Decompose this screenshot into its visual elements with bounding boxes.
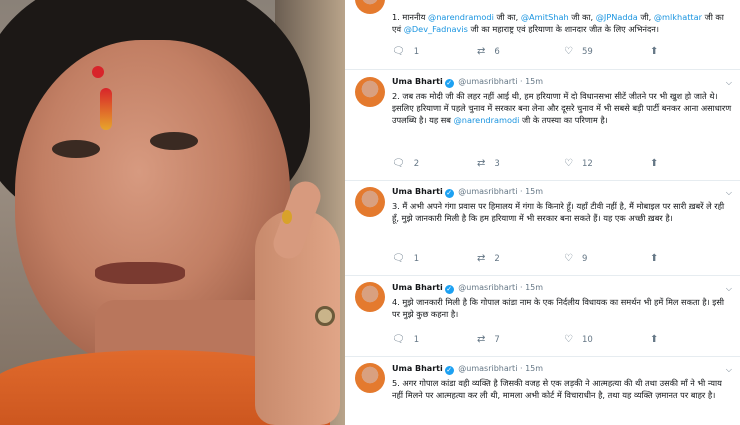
heart-icon: ♡ bbox=[564, 253, 573, 264]
tweet-thread: 1. माननीय @narendramodi जी का, @AmitShah… bbox=[345, 0, 740, 425]
author-name[interactable]: Uma Bharti bbox=[392, 187, 443, 196]
mention-link[interactable]: @Dev_Fadnavis bbox=[404, 24, 468, 34]
tweet-4[interactable]: Uma Bharti ✓ @umasribharti · 15m ⌵ 4. मुझ… bbox=[345, 276, 740, 357]
avatar[interactable] bbox=[355, 77, 385, 107]
share-icon: ⬆︎ bbox=[650, 253, 659, 264]
reply-icon: 🗨︎ bbox=[392, 158, 405, 169]
author-handle[interactable]: @umasribharti bbox=[458, 283, 517, 292]
tweet-text: 5. अगर गोपाल कांडा वही व्यक्ति है जिसकी … bbox=[392, 377, 732, 401]
news-photo bbox=[0, 0, 345, 425]
share-button[interactable]: ⬆︎ bbox=[650, 253, 658, 265]
reply-icon: 🗨︎ bbox=[392, 253, 405, 264]
tweet-time[interactable]: 15m bbox=[525, 364, 543, 373]
tweet-time[interactable]: 15m bbox=[525, 77, 543, 86]
author-name[interactable]: Uma Bharti bbox=[392, 283, 443, 292]
retweet-button[interactable]: ⇄ 6 bbox=[477, 46, 500, 58]
heart-icon: ♡ bbox=[564, 158, 573, 169]
tweet-actions: 🗨︎ 1 ⇄ 6 ♡ 59 ⬆︎ bbox=[392, 46, 692, 58]
tweet-text: 1. माननीय @narendramodi जी का, @AmitShah… bbox=[392, 11, 732, 35]
avatar[interactable] bbox=[355, 363, 385, 393]
tweet-text-segment: 3. मैं अभी अपने गंगा प्रवास पर हिमालय मे… bbox=[392, 201, 725, 224]
retweet-button[interactable]: ⇄ 2 bbox=[477, 253, 500, 265]
like-button[interactable]: ♡ 59 bbox=[564, 46, 593, 58]
share-icon: ⬆︎ bbox=[650, 334, 659, 345]
tweet-text: 4. मुझे जानकारी मिली है कि गोपाल कांडा न… bbox=[392, 296, 732, 320]
like-button[interactable]: ♡ 10 bbox=[564, 334, 593, 346]
share-icon: ⬆︎ bbox=[650, 158, 659, 169]
heart-icon: ♡ bbox=[564, 334, 573, 345]
tweet-text-segment: जी, bbox=[637, 12, 654, 22]
retweet-icon: ⇄ bbox=[477, 253, 486, 264]
tweet-header: Uma Bharti ✓ @umasribharti · 15m bbox=[392, 77, 544, 88]
like-button[interactable]: ♡ 9 bbox=[564, 253, 587, 265]
tweet-time[interactable]: 15m bbox=[525, 283, 543, 292]
mention-link[interactable]: @AmitShah bbox=[521, 12, 569, 22]
verified-badge-icon: ✓ bbox=[444, 285, 454, 294]
heart-icon: ♡ bbox=[564, 46, 573, 57]
avatar[interactable] bbox=[355, 282, 385, 312]
author-name[interactable]: Uma Bharti bbox=[392, 364, 443, 373]
reply-button[interactable]: 🗨︎ 1 bbox=[392, 46, 419, 58]
tweet-text: 3. मैं अभी अपने गंगा प्रवास पर हिमालय मे… bbox=[392, 200, 732, 224]
share-button[interactable]: ⬆︎ bbox=[650, 46, 658, 58]
tweet-text-segment: जी के तपस्या का परिणाम है। bbox=[519, 115, 608, 126]
avatar[interactable] bbox=[355, 0, 385, 14]
tweet-header: Uma Bharti ✓ @umasribharti · 15m bbox=[392, 283, 544, 294]
tweet-text-segment: जी का महाराष्ट्र एवं हरियाणा के शानदार ज… bbox=[467, 24, 659, 35]
author-handle[interactable]: @umasribharti bbox=[458, 364, 517, 373]
tweet-actions: 🗨︎ 1 ⇄ 7 ♡ 10 ⬆︎ bbox=[392, 334, 692, 346]
retweet-button[interactable]: ⇄ 7 bbox=[477, 334, 500, 346]
tweet-text-segment: जी का, bbox=[568, 12, 596, 22]
tweet-3[interactable]: Uma Bharti ✓ @umasribharti · 15m ⌵ 3. मैं… bbox=[345, 181, 740, 276]
reply-button[interactable]: 🗨︎ 2 bbox=[392, 158, 419, 170]
tweet-text-segment: 5. अगर गोपाल कांडा वही व्यक्ति है जिसकी … bbox=[392, 378, 722, 401]
verified-badge-icon: ✓ bbox=[444, 189, 454, 198]
author-name[interactable]: Uma Bharti bbox=[392, 77, 443, 86]
retweet-button[interactable]: ⇄ 3 bbox=[477, 158, 500, 170]
author-handle[interactable]: @umasribharti bbox=[458, 77, 517, 86]
verified-badge-icon: ✓ bbox=[444, 79, 454, 88]
reply-button[interactable]: 🗨︎ 1 bbox=[392, 253, 419, 265]
tweet-text-segment: 1. माननीय bbox=[392, 12, 428, 22]
tweet-5[interactable]: Uma Bharti ✓ @umasribharti · 15m ⌵ 5. अगर… bbox=[345, 357, 740, 425]
tweet-header: Uma Bharti ✓ @umasribharti · 15m bbox=[392, 364, 544, 375]
tweet-text-segment: जी का, bbox=[493, 12, 521, 22]
tweet-2[interactable]: Uma Bharti ✓ @umasribharti · 15m ⌵ 2. जब … bbox=[345, 70, 740, 181]
mention-link[interactable]: @mlkhattar bbox=[654, 12, 702, 22]
mention-link[interactable]: @narendramodi bbox=[454, 115, 520, 125]
chevron-down-icon[interactable]: ⌵ bbox=[726, 365, 732, 375]
tweet-header: Uma Bharti ✓ @umasribharti · 15m bbox=[392, 187, 544, 198]
mention-link[interactable]: @JPNadda bbox=[596, 12, 638, 22]
chevron-down-icon[interactable]: ⌵ bbox=[726, 188, 732, 198]
share-button[interactable]: ⬆︎ bbox=[650, 158, 658, 170]
chevron-down-icon[interactable]: ⌵ bbox=[726, 284, 732, 294]
retweet-icon: ⇄ bbox=[477, 46, 486, 57]
chevron-down-icon[interactable]: ⌵ bbox=[726, 78, 732, 88]
share-icon: ⬆︎ bbox=[650, 46, 659, 57]
tweet-actions: 🗨︎ 1 ⇄ 2 ♡ 9 ⬆︎ bbox=[392, 253, 692, 265]
retweet-icon: ⇄ bbox=[477, 158, 486, 169]
mention-link[interactable]: @narendramodi bbox=[428, 12, 494, 22]
tweet-time[interactable]: 15m bbox=[525, 187, 543, 196]
retweet-icon: ⇄ bbox=[477, 334, 486, 345]
reply-icon: 🗨︎ bbox=[392, 334, 405, 345]
tweet-text-segment: 4. मुझे जानकारी मिली है कि गोपाल कांडा न… bbox=[392, 297, 724, 320]
reply-button[interactable]: 🗨︎ 1 bbox=[392, 334, 419, 346]
verified-badge-icon: ✓ bbox=[444, 366, 454, 375]
tweet-1[interactable]: 1. माननीय @narendramodi जी का, @AmitShah… bbox=[345, 0, 740, 70]
tweet-text: 2. जब तक मोदी जी की लहर नहीं आई थी, हम ह… bbox=[392, 90, 732, 127]
share-button[interactable]: ⬆︎ bbox=[650, 334, 658, 346]
avatar[interactable] bbox=[355, 187, 385, 217]
author-handle[interactable]: @umasribharti bbox=[458, 187, 517, 196]
reply-icon: 🗨︎ bbox=[392, 46, 405, 57]
tweet-actions: 🗨︎ 2 ⇄ 3 ♡ 12 ⬆︎ bbox=[392, 158, 692, 170]
like-button[interactable]: ♡ 12 bbox=[564, 158, 593, 170]
